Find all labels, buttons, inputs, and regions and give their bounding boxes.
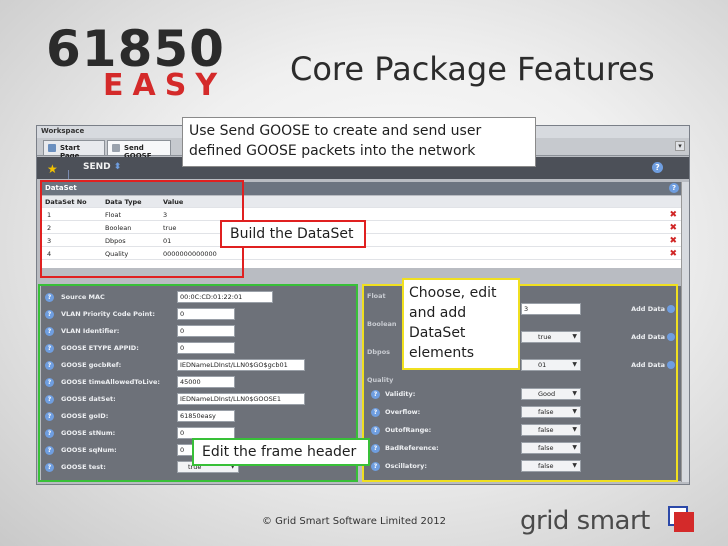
delete-icon[interactable]: ✖ bbox=[669, 250, 677, 259]
dataset-help-icon[interactable]: ? bbox=[669, 183, 679, 193]
delete-icon[interactable]: ✖ bbox=[669, 211, 677, 220]
delete-icon[interactable]: ✖ bbox=[669, 224, 677, 233]
callout-build-dataset: Build the DataSet bbox=[220, 220, 366, 248]
dataset-highlight-box bbox=[40, 180, 244, 278]
home-icon bbox=[48, 144, 56, 152]
logo-easy: EASY bbox=[103, 68, 227, 103]
tab-send-goose[interactable]: Send GOOSE bbox=[107, 140, 171, 160]
brand-logo-icon bbox=[668, 506, 694, 532]
callout-edit-frame-header: Edit the frame header bbox=[192, 438, 370, 466]
callout-send-goose: Use Send GOOSE to create and send user d… bbox=[182, 117, 536, 167]
logo-61850: 61850 bbox=[46, 20, 225, 78]
tab-start-page[interactable]: Start Page bbox=[43, 140, 105, 160]
goose-icon bbox=[112, 144, 120, 152]
toolbar-separator: | bbox=[67, 170, 71, 180]
help-icon[interactable]: ? bbox=[652, 162, 663, 173]
callout-choose-elements: Choose, edit and add DataSet elements bbox=[402, 278, 520, 370]
send-options-icon: ⬍ bbox=[113, 162, 122, 172]
copyright-footer: © Grid Smart Software Limited 2012 bbox=[262, 516, 446, 527]
favorite-icon[interactable]: ★ bbox=[47, 162, 58, 176]
slide-title: Core Package Features bbox=[290, 50, 655, 88]
tab-dropdown-icon[interactable]: ▾ bbox=[675, 141, 685, 151]
brand-name: grid smart bbox=[520, 506, 650, 536]
vertical-scrollbar[interactable] bbox=[681, 182, 689, 482]
delete-icon[interactable]: ✖ bbox=[669, 237, 677, 246]
send-button[interactable]: SEND ⬍ bbox=[83, 162, 121, 172]
